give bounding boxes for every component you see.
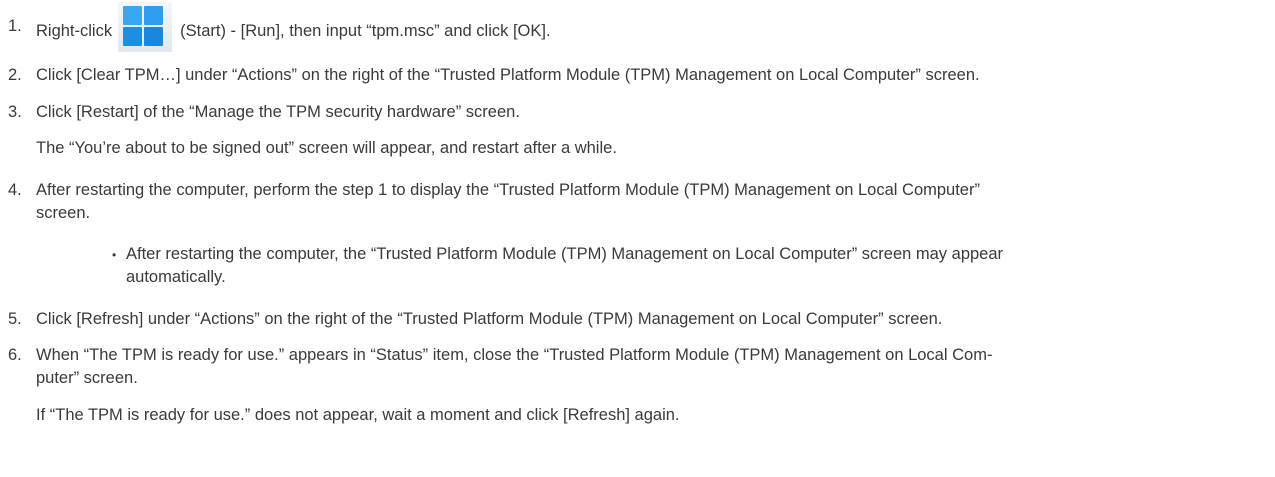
step-4-number: 4. <box>8 181 22 199</box>
step-5-text: Click [Refresh] under “Actions” on the r… <box>36 310 943 328</box>
step-1-text-after: (Start) - [Run], then input “tpm.msc” an… <box>180 22 551 40</box>
step-2-text: Click [Clear TPM…] under “Actions” on th… <box>36 66 980 84</box>
step-2-number: 2. <box>8 66 22 84</box>
step-4-bullet-line1: After restarting the computer, the “Trus… <box>126 245 1004 263</box>
step-3-note: The “You’re about to be signed out” scre… <box>36 139 617 157</box>
step-5-number: 5. <box>8 310 22 328</box>
step-3-number: 3. <box>8 103 22 121</box>
bullet-icon: • <box>112 248 117 262</box>
step-3-text: Click [Restart] of the “Manage the TPM s… <box>36 103 520 121</box>
step-6-text-line1: When “The TPM is ready for use.” appears… <box>36 346 993 364</box>
step-1-text-before: Right-click <box>36 22 113 40</box>
windows-start-icon <box>118 2 173 52</box>
step-6-text-line2: puter” screen. <box>36 369 138 387</box>
step-4-text-line1: After restarting the computer, perform t… <box>36 181 980 199</box>
step-1-number: 1. <box>8 17 22 35</box>
step-6-number: 6. <box>8 346 22 364</box>
step-1: Right-click (Start) - [Run], then input “… <box>36 2 551 52</box>
step-4-text-line2: screen. <box>36 204 91 222</box>
step-6-note: If “The TPM is ready for use.” does not … <box>36 406 680 424</box>
step-4-bullet-line2: automatically. <box>126 268 226 286</box>
